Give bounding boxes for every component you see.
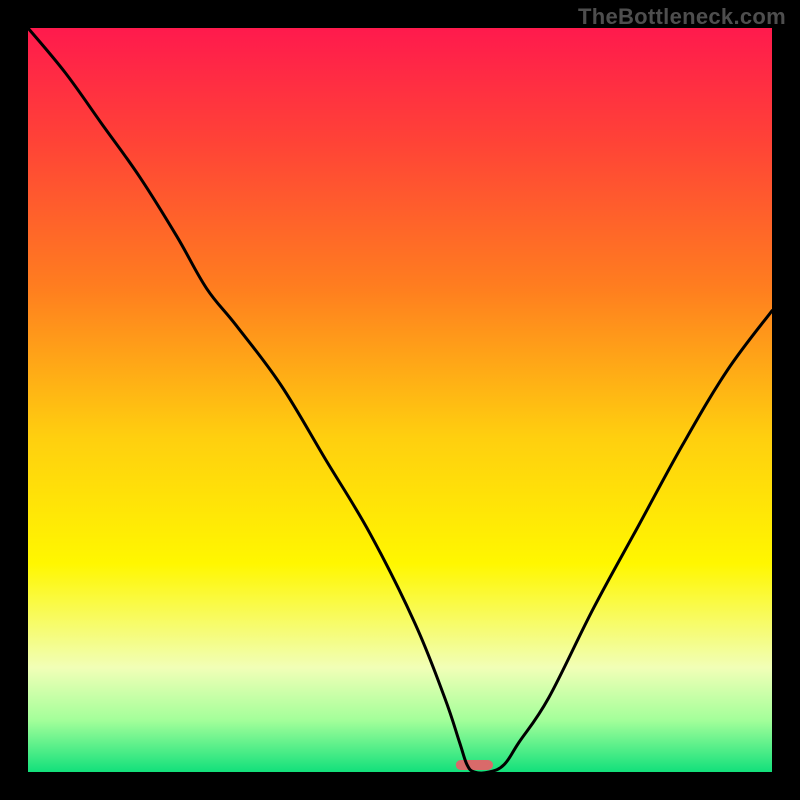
optimal-range-marker [456, 760, 493, 770]
bottleneck-chart [28, 28, 772, 772]
watermark-text: TheBottleneck.com [578, 4, 786, 30]
gradient-background [28, 28, 772, 772]
chart-frame: TheBottleneck.com [0, 0, 800, 800]
